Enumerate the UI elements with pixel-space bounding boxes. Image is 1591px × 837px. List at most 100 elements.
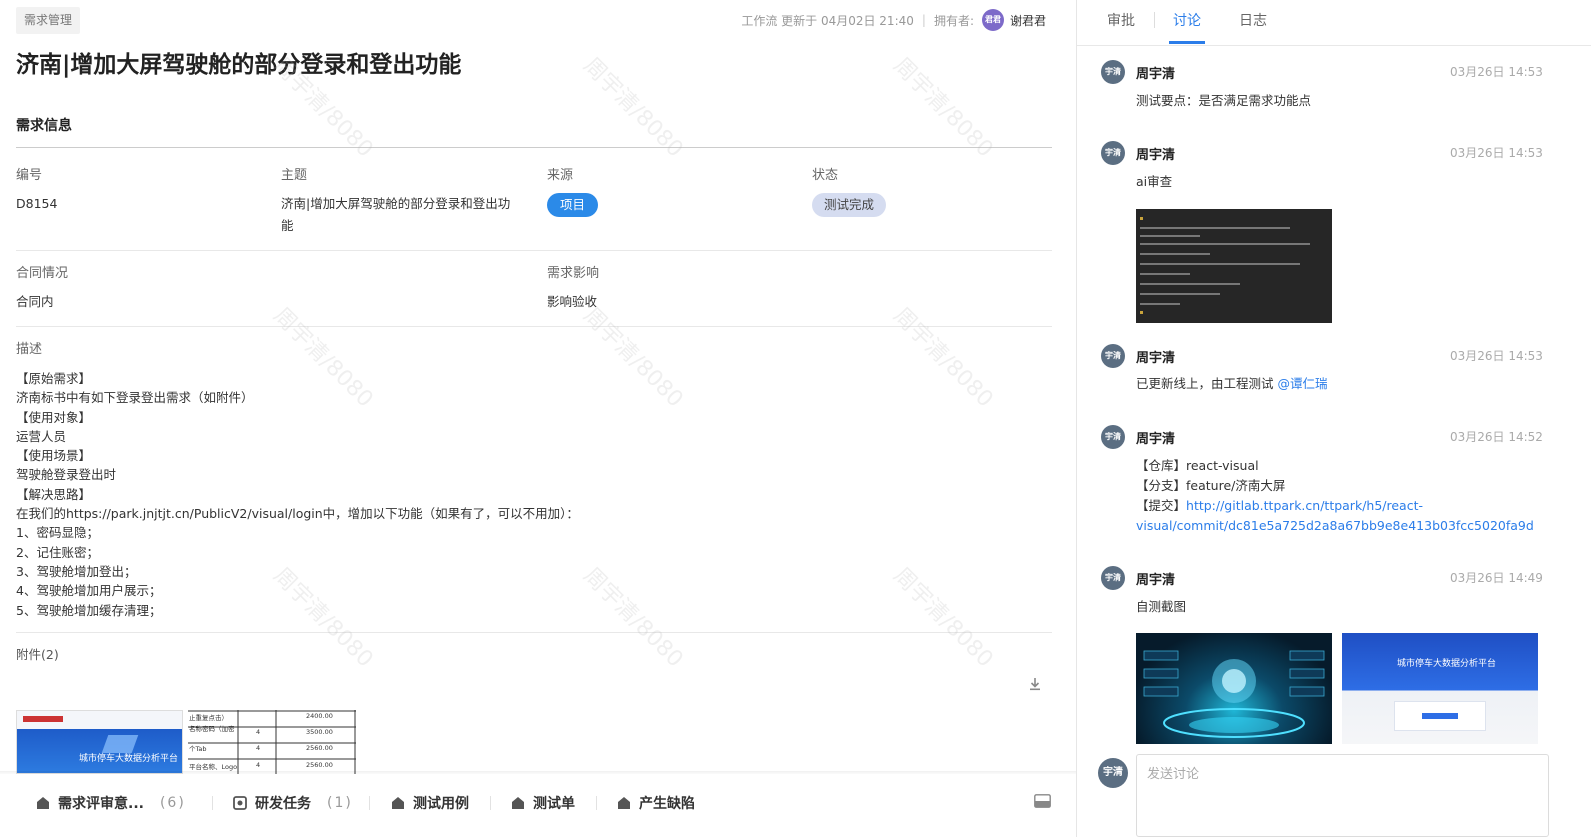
tab-divider [490, 796, 491, 810]
comment-text-body: 已更新线上，由工程测试 [1136, 376, 1278, 391]
description-line: 【原始需求】 [16, 371, 92, 386]
cell: 2560.00 [306, 761, 333, 769]
cell: 2400.00 [306, 712, 333, 720]
tab-dev-tasks[interactable]: 研发任务 (1) [233, 792, 353, 814]
id-label: 编号 [16, 168, 43, 183]
description-line: 【使用场景】 [16, 448, 92, 464]
cell: 止重复点击） [189, 714, 228, 722]
page: 需求管理 工作流 更新于 04月02日 21:40 | 拥有者: 君君 谢君君 … [0, 0, 1591, 837]
text-bullet [1140, 217, 1143, 220]
requirement-detail: 需求管理 工作流 更新于 04月02日 21:40 | 拥有者: 君君 谢君君 … [0, 0, 1076, 837]
cell: 平台名称、Logo [189, 763, 238, 771]
branch-line: 【分支】feature/济南大屏 [1136, 478, 1286, 493]
description-line: 【解决思路】 [16, 486, 92, 502]
cell: 名称密码（加密 [189, 725, 235, 733]
comment-time: 03月26日 14:49 [1450, 571, 1543, 585]
avatar: 宇清 [1101, 344, 1125, 368]
cell: 4 [256, 728, 261, 736]
avatar: 宇清 [1101, 60, 1125, 84]
status-badge[interactable]: 测试完成 [812, 193, 887, 217]
source-label: 来源 [547, 168, 574, 183]
description-line: 运营人员 [16, 428, 67, 444]
tab-divider [596, 796, 597, 810]
comment-author: 周宇清 [1136, 573, 1176, 588]
description-body: 【原始需求】 济南标书中有如下登录登出需求（如附件） 【使用对象】 运营人员 【… [16, 369, 916, 620]
home-icon [392, 797, 404, 809]
tab-divider [1154, 12, 1155, 28]
text-line [1140, 227, 1290, 229]
tab-discussion[interactable]: 讨论 [1173, 10, 1201, 30]
comment-author: 周宇清 [1136, 67, 1176, 82]
description-label: 描述 [16, 342, 43, 357]
logo-bar [23, 716, 63, 722]
comment-image[interactable] [1136, 633, 1332, 744]
subject-line: 济南|增加大屏驾驶舱的部分登录和登出功 [281, 196, 511, 211]
source-badge: 项目 [547, 193, 599, 217]
impact-label: 需求影响 [547, 266, 600, 281]
text-line [1140, 293, 1220, 295]
meta-divider: | [921, 13, 926, 27]
tab-label: 研发任务 [255, 796, 311, 812]
discussion-input[interactable] [1136, 754, 1549, 837]
updated-info: 工作流 更新于 04月02日 21:40 [741, 13, 914, 28]
comment-image[interactable] [1136, 209, 1332, 323]
cell: 2560.00 [306, 744, 333, 752]
owner-label: 拥有者: [933, 13, 974, 28]
text-bullet [1140, 311, 1143, 314]
login-button-preview [1422, 713, 1458, 719]
comment-image[interactable]: 城市停车大数据分析平台 [1342, 633, 1538, 744]
text-line [1140, 303, 1180, 305]
tab-approval[interactable]: 审批 [1107, 10, 1135, 30]
tab-divider [212, 796, 213, 810]
comment-time: 03月26日 14:53 [1450, 65, 1543, 79]
avatar: 宇清 [1101, 566, 1125, 590]
avatar: 宇清 [1101, 425, 1125, 449]
text-line [1140, 273, 1190, 275]
text-line [1140, 253, 1210, 255]
comment-time: 03月26日 14:53 [1450, 349, 1543, 363]
bottom-tab-bar: 需求评审意... (6) 研发任务 (1) 测试用例 测试单 产生缺陷 [0, 774, 1076, 837]
home-icon [512, 797, 524, 809]
tab-count: (6) [159, 795, 186, 811]
comment-time: 03月26日 14:52 [1450, 430, 1543, 444]
panel-toggle-icon[interactable] [1034, 794, 1051, 808]
owner-name: 谢君君 [1009, 13, 1046, 28]
commit-label: 【提交】 [1136, 498, 1187, 513]
commit-link[interactable]: visual/commit/dc81e5a725d2a8a67bb9e8e413… [1136, 516, 1534, 536]
section-title: 需求信息 [16, 118, 72, 134]
thumbnail-title: 城市停车大数据分析平台 [79, 754, 179, 764]
tab-label: 测试用例 [413, 796, 469, 812]
description-line: 在我们的https://park.jnjtjt.cn/PublicV2/visu… [16, 506, 579, 522]
subject-line: 能 [281, 218, 294, 233]
tab-defects[interactable]: 产生缺陷 [617, 792, 695, 814]
header-meta: 工作流 更新于 04月02日 21:40 | 拥有者: 君君 谢君君 [741, 8, 1046, 32]
description-line: 5、驾驶舱增加缓存清理； [16, 602, 162, 618]
commit-link[interactable]: http://gitlab.ttpark.cn/ttpark/h5/react- [1186, 498, 1423, 513]
tab-divider [369, 796, 370, 810]
owner[interactable]: 君君 谢君君 [974, 9, 1046, 31]
tab-log[interactable]: 日志 [1239, 10, 1267, 30]
description-line: 【使用对象】 [16, 409, 92, 425]
divider [16, 326, 1052, 327]
tab-review-comments[interactable]: 需求评审意... (6) [36, 792, 186, 814]
text-line [1140, 263, 1300, 265]
module-tag[interactable]: 需求管理 [16, 7, 81, 34]
status-label: 状态 [812, 168, 839, 183]
comment-author: 周宇清 [1136, 432, 1176, 447]
comment-text: 测试要点：是否满足需求功能点 [1136, 93, 1312, 108]
tab-count: (1) [327, 795, 353, 811]
contract-value: 合同内 [16, 294, 54, 309]
tab-test-cases[interactable]: 测试用例 [391, 792, 469, 814]
attachment-thumbnail[interactable]: 城市停车大数据分析平台 [16, 710, 183, 774]
mention-link[interactable]: @谭仁瑞 [1277, 376, 1327, 391]
active-tab-indicator [1169, 41, 1205, 44]
page-title: 济南|增加大屏驾驶舱的部分登录和登出功能 [16, 52, 462, 78]
download-icon[interactable] [1027, 676, 1043, 692]
tab-test-sheets[interactable]: 测试单 [511, 792, 575, 814]
attachment-thumbnail[interactable]: 止重复点击） 2400.00 名称密码（加密 4 3500.00 个Tab 4 … [188, 710, 356, 774]
text-line [1140, 235, 1200, 237]
cell: 3500.00 [306, 728, 333, 736]
comment-author: 周宇清 [1136, 148, 1176, 163]
subject-value: 济南|增加大屏驾驶舱的部分登录和登出功 能 [281, 193, 510, 237]
contract-label: 合同情况 [16, 266, 69, 281]
